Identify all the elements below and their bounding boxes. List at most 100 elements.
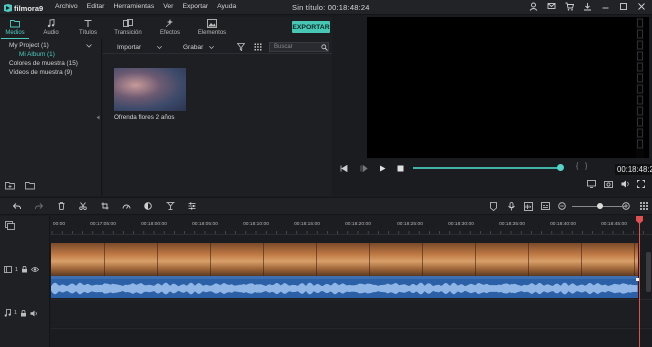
filter-icon[interactable] [237,43,245,51]
close-icon[interactable] [637,2,646,11]
speaker-icon[interactable] [30,310,38,317]
document-title: Sin título: 00:18:48:24 [292,3,370,12]
stop-icon[interactable] [397,165,404,172]
menu-editar[interactable]: Editar [87,3,105,10]
zoom-slider-handle[interactable] [597,203,603,209]
chevron-down-icon[interactable] [157,46,162,49]
timeline-ruler[interactable]: 00:00 00:17:05:00 00:18:00:00 00:18:05:0… [50,216,652,235]
tab-efectos[interactable]: Efectos [152,17,188,39]
tab-medios-label: Medios [5,30,25,36]
microphone-icon[interactable] [508,202,515,211]
media-panel: Importar Grabar Buscar Ofrenda flores 2 … [103,39,332,196]
add-track-icon[interactable] [5,221,15,230]
timeline-scrollbar[interactable] [646,252,651,292]
chevron-down-icon[interactable] [86,44,92,48]
menu-exportar[interactable]: Exportar [182,3,208,10]
playback-progress[interactable] [413,167,560,169]
fullscreen-icon[interactable] [637,180,645,188]
folder-icon[interactable] [25,181,35,190]
feedback-icon[interactable] [547,2,556,11]
audio-adjust-icon[interactable] [188,202,196,210]
minimize-icon[interactable] [601,2,610,11]
menu-archivo[interactable]: Archivo [55,3,78,10]
delete-icon[interactable] [58,202,65,210]
grid-icon[interactable] [640,202,648,211]
lock-icon[interactable] [21,266,28,273]
cut-icon[interactable] [79,202,87,210]
download-icon[interactable] [583,2,592,11]
collapse-arrow-icon[interactable] [96,115,100,120]
redo-icon[interactable] [35,203,43,210]
grid-view-icon[interactable] [254,43,262,51]
zoom-out-icon[interactable] [558,202,566,210]
chevron-down-icon[interactable] [209,46,214,49]
mark-in-icon[interactable]: { [576,163,578,170]
tab-elementos[interactable]: Elementos [194,17,230,39]
clip-frame-divider [369,243,370,276]
display-settings-icon[interactable] [587,180,596,188]
empty-track-lane[interactable] [51,328,652,347]
ruler-label: 00:17:05:00 [90,222,116,227]
library-item-colores[interactable]: Colores de muestra (15) [9,60,78,67]
maximize-icon[interactable] [619,2,628,11]
library-item-videos[interactable]: Vídeos de muestra (9) [9,69,72,76]
ruler-ticks [51,231,644,234]
cart-icon[interactable] [565,2,574,11]
tab-medios[interactable]: Medios [0,17,33,39]
track-headers: 1 1 [0,216,50,347]
green-screen-icon[interactable] [166,202,175,210]
playback-progress-handle[interactable] [557,164,564,171]
tab-audio[interactable]: Audio [33,17,69,39]
playhead[interactable] [639,216,640,347]
video-track-icon [4,266,12,273]
play-icon[interactable] [379,165,386,172]
mark-out-icon[interactable]: } [585,163,587,170]
music-note-icon [47,19,55,28]
audio-track-lane[interactable] [51,299,652,327]
media-thumbnail[interactable] [114,68,186,111]
ruler-label: 00:18:25:00 [397,222,423,227]
effects-icon [165,19,174,28]
library-item-mi-album[interactable]: Mi Album (1) [19,51,55,58]
menu-ayuda[interactable]: Ayuda [217,3,236,10]
crop-icon[interactable] [101,202,109,210]
color-icon[interactable] [144,202,152,210]
library-item-my-project[interactable]: My Project (1) [9,42,49,49]
audio-clip[interactable] [51,279,638,298]
clip-frame-divider [581,243,582,276]
menu-bar: Archivo Editar Herramientas Ver Exportar… [55,3,236,10]
text-icon [84,19,92,27]
speed-icon[interactable] [122,202,131,210]
lock-icon[interactable] [20,309,27,317]
ruler-label: 00:18:15:00 [294,222,320,227]
step-back-icon[interactable] [340,165,348,172]
new-folder-icon[interactable] [5,181,15,190]
video-clip[interactable] [51,243,638,276]
preview-screen[interactable] [367,17,649,158]
frame-forward-icon[interactable] [360,165,368,172]
search-icon[interactable] [321,44,328,51]
snapshot-icon[interactable] [604,180,613,188]
eye-icon[interactable] [31,266,40,273]
volume-icon[interactable] [621,180,630,188]
menu-ver[interactable]: Ver [163,3,173,10]
video-track-number: 1 [15,266,19,273]
search-input[interactable]: Buscar [269,42,329,52]
folder-icon [10,20,20,28]
account-icon[interactable] [529,2,538,11]
export-button[interactable]: EXPORTAR [292,21,330,33]
clip-frame-divider [316,243,317,276]
import-dropdown[interactable]: Importar [117,44,141,51]
tab-titulos[interactable]: Títulos [70,17,106,39]
music-note-icon [4,309,11,317]
app-logo: filmora9 [4,3,43,13]
voiceover-icon[interactable] [524,202,533,211]
menu-herramientas[interactable]: Herramientas [113,3,154,10]
marker-icon[interactable] [490,202,497,211]
undo-icon[interactable] [13,203,21,210]
clip-frame-divider [475,243,476,276]
record-dropdown[interactable]: Grabar [183,44,203,51]
subtitle-icon[interactable] [541,202,550,210]
library-panel: My Project (1) Mi Album (1) Colores de m… [0,39,102,196]
tab-transicion[interactable]: Transición [110,17,146,39]
